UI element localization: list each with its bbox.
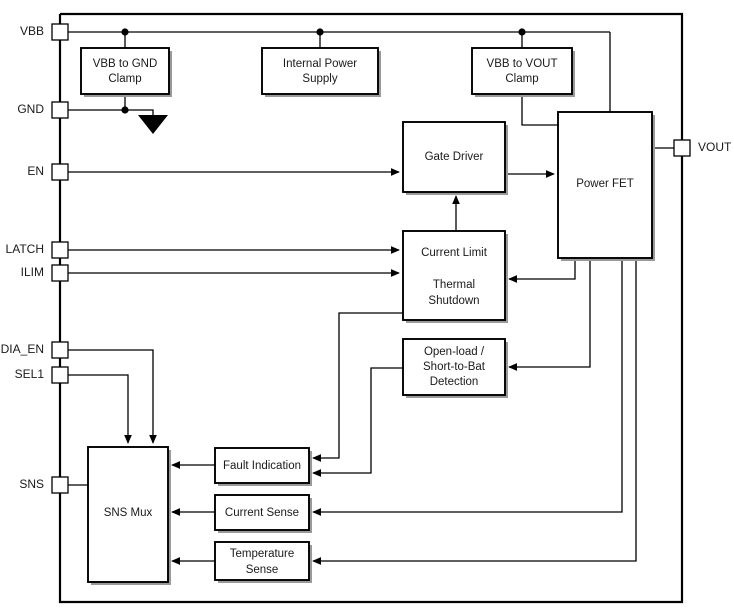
pin-sns[interactable]: SNS [19, 476, 69, 494]
pin-label-vout: VOUT [698, 140, 732, 154]
pin-en[interactable]: EN [27, 163, 69, 181]
wire-current-limit-to-fault-indication [312, 312, 403, 462]
pin-latch[interactable]: LATCH [6, 241, 69, 259]
block-label-line: VBB to VOUT [487, 58, 558, 70]
pin-square-ilim [51, 264, 69, 282]
block-temperature-sense[interactable]: Temperature Sense [214, 541, 312, 583]
pin-gnd[interactable]: GND [17, 101, 69, 119]
pin-label-sel1: SEL1 [15, 367, 45, 381]
pin-label-en: EN [27, 164, 44, 178]
pin-square-latch [51, 241, 69, 259]
junction-gnd-clamp-tap [121, 106, 129, 114]
block-label-line: Power FET [576, 178, 634, 190]
pin-square-vbb [51, 23, 69, 41]
wire-power-fet-to-open-load [508, 258, 591, 371]
pin-label-ilim: ILIM [21, 265, 44, 279]
block-label-line: Thermal [433, 279, 475, 291]
block-label-line: Sense [246, 564, 279, 576]
pin-square-sel1 [51, 366, 69, 384]
pin-dia-en[interactable]: DIA_EN [1, 341, 69, 359]
block-gate-driver[interactable]: Gate Driver [402, 121, 508, 195]
junction-vbb-clamp-tap [121, 28, 129, 36]
ground-symbol [138, 115, 168, 134]
block-sns-mux[interactable]: SNS Mux [87, 446, 171, 585]
block-label-line: Clamp [108, 73, 141, 85]
block-label-line: Clamp [505, 73, 538, 85]
pin-square-gnd [51, 101, 69, 119]
block-label-line: Detection [430, 376, 479, 388]
block-label-line: Gate Driver [425, 151, 484, 163]
pin-sel1[interactable]: SEL1 [15, 366, 69, 384]
pin-label-sns: SNS [19, 477, 44, 491]
pin-square-en [51, 163, 69, 181]
wire-power-fet-to-current-limit [508, 258, 576, 283]
block-label-line: Internal Power [283, 58, 357, 70]
pin-label-vbb: VBB [20, 24, 44, 38]
block-label-line: Temperature [230, 548, 295, 560]
pin-label-dia-en: DIA_EN [1, 342, 44, 356]
block-label-line: Supply [302, 73, 337, 85]
block-label-line: Current Limit [421, 247, 488, 259]
block-label-line: Open-load / [424, 346, 485, 358]
block-vbb-to-vout-clamp[interactable]: VBB to VOUT Clamp [471, 47, 575, 97]
block-diagram-canvas: VBB GND EN LATCH ILIM DIA_EN SEL1 SNS VO… [1, 12, 732, 604]
block-power-fet[interactable]: Power FET [557, 111, 655, 261]
block-current-limit-thermal-shutdown[interactable]: Current Limit Thermal Shutdown [402, 230, 508, 323]
block-label-line: Shutdown [428, 295, 479, 307]
pin-square-dia-en [51, 341, 69, 359]
block-label-line: Fault Indication [223, 460, 301, 472]
wire-dia-en-to-sns-mux [68, 349, 157, 444]
pin-square-sns [51, 476, 69, 494]
junction-vbb-vout-tap [518, 28, 526, 36]
pin-vbb[interactable]: VBB [20, 23, 69, 41]
wire-sel1-to-sns-mux [68, 374, 132, 444]
pin-square-vout [673, 139, 691, 157]
block-label-line: Short-to-Bat [423, 361, 486, 373]
junction-vbb-supply-tap [316, 28, 324, 36]
block-label-line: SNS Mux [104, 507, 153, 519]
functional-block-diagram: VBB GND EN LATCH ILIM DIA_EN SEL1 SNS VO… [0, 0, 734, 612]
block-label-line: VBB to GND [93, 58, 158, 70]
pin-label-latch: LATCH [6, 242, 44, 256]
block-open-load-short-to-bat-detection[interactable]: Open-load / Short-to-Bat Detection [402, 338, 508, 398]
wire-open-load-to-fault-indication [312, 367, 403, 477]
block-fault-indication[interactable]: Fault Indication [214, 447, 312, 486]
pin-label-gnd: GND [17, 102, 44, 116]
block-label-line: Current Sense [225, 507, 299, 519]
wire-vout-clamp-to-power-fet [521, 94, 558, 126]
block-internal-power-supply[interactable]: Internal Power Supply [261, 47, 381, 97]
pin-vout[interactable]: VOUT [673, 139, 732, 157]
block-vbb-to-gnd-clamp[interactable]: VBB to GND Clamp [80, 47, 172, 97]
pin-ilim[interactable]: ILIM [21, 264, 69, 282]
block-current-sense[interactable]: Current Sense [214, 494, 312, 533]
